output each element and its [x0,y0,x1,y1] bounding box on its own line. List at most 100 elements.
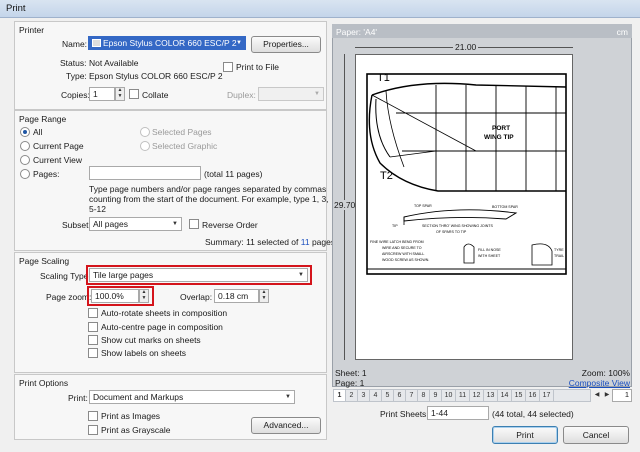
print-as-grayscale-checkbox[interactable] [88,425,98,435]
type-value: Epson Stylus COLOR 660 ESC/P 2 [89,71,223,81]
drawing-of-spars: OF SPARS TO TIP [436,230,467,234]
drawing-port: PORT [492,125,510,132]
auto-centre-checkbox[interactable] [88,322,98,332]
page-range-title: Page Range [19,114,67,124]
copies-input[interactable]: 1 [89,87,115,101]
sheet-tab[interactable]: 16 [526,390,540,401]
drawing-top-spar: TOP SPAR [414,204,432,208]
drawing-section: SECTION THRO' WING SHOWING JOINTS [422,224,494,228]
sheet-page-input[interactable]: 1 [612,389,632,402]
type-label: Type: [66,71,87,81]
current-view-radio[interactable] [20,155,30,165]
sheet-tab[interactable]: 6 [394,390,406,401]
subset-label: Subset: [62,220,91,230]
copies-stepper[interactable]: ▲ ▼ [115,87,125,101]
print-as-images-checkbox[interactable] [88,411,98,421]
print-options-title: Print Options [19,378,69,388]
sheet-tab[interactable]: 8 [418,390,430,401]
drawing-wing-tip: WING TIP [484,134,514,141]
sheet-nav-last-button[interactable]: ▶ [602,389,612,402]
duplex-select[interactable]: ▼ [258,87,324,101]
wing-drawing: T1 T2 PORT WING TIP TOP SPAR BOTTOM SPAR… [366,72,567,275]
auto-centre-label: Auto-centre page in composition [101,322,223,332]
drawing-tyre: TYRE [554,248,564,252]
drawing-t1: T1 [377,72,390,84]
page-label: Page: 1 [335,378,365,388]
print-as-grayscale-label: Print as Grayscale [101,425,171,435]
sheet-nav-first-button[interactable]: ◀ [592,389,602,402]
sheet-tab[interactable]: 13 [484,390,498,401]
drawing-bottom-spar: BOTTOM SPAR [492,205,518,209]
collate-checkbox[interactable] [129,89,139,99]
properties-button[interactable]: Properties... [251,36,321,53]
title-bar: Print [0,0,640,18]
chevron-down-icon: ▼ [236,40,242,46]
help-text-line-1: Type page numbers and/or page ranges sep… [89,184,327,194]
selected-graphic-radio[interactable] [140,141,150,151]
print-as-images-label: Print as Images [101,411,161,421]
cancel-button[interactable]: Cancel [563,426,629,444]
copies-label: Copies: [61,90,90,100]
help-text-line-3: 5-12 [89,204,107,214]
show-labels-label: Show labels on sheets [101,348,187,358]
overlap-input[interactable]: 0.18 cm [214,289,259,303]
sheet-tab[interactable]: 7 [406,390,418,401]
pages-input[interactable] [89,166,201,180]
all-radio[interactable] [20,127,30,137]
sheet-tab[interactable]: 14 [498,390,512,401]
print-what-value: Document and Markups [93,392,184,402]
drawing-with-sheet: WITH SHEET [478,254,501,258]
subset-select[interactable]: All pages ▼ [89,217,182,231]
print-to-file-label: Print to File [236,62,279,72]
print-to-file-checkbox[interactable] [223,62,233,72]
sheet-label: Sheet: 1 [335,368,367,378]
zoom-label: Zoom: 100% [581,368,630,378]
composite-view-link[interactable]: Composite View [569,378,630,388]
show-cut-marks-label: Show cut marks on sheets [101,335,201,345]
page-scaling-title: Page Scaling [19,256,70,266]
auto-rotate-checkbox[interactable] [88,308,98,318]
current-page-label: Current Page [33,141,84,151]
collate-label: Collate [142,90,169,100]
overlap-label: Overlap: [180,292,213,302]
print-what-select[interactable]: Document and Markups ▼ [89,390,295,404]
sheet-tab[interactable]: 9 [430,390,442,401]
reverse-order-checkbox[interactable] [189,219,199,229]
all-label: All [33,127,43,137]
chevron-down-icon: ▼ [314,91,320,97]
status-value: Not Available [89,58,139,68]
summary-text: Summary: 11 selected of 11 pages [205,237,335,247]
pages-label: Pages: [33,169,60,179]
printer-name-select[interactable]: Epson Stylus COLOR 660 ESC/P 2 ▼ [88,36,246,50]
sheet-tab[interactable]: 5 [382,390,394,401]
drawing-t2: T2 [380,170,393,182]
sheet-tabs: 1 2 3 4 5 6 7 8 9 10 11 12 13 14 15 16 17 [333,389,591,402]
page-preview: T1 T2 PORT WING TIP TOP SPAR BOTTOM SPAR… [355,54,573,360]
sheet-tab[interactable]: 17 [540,390,554,401]
scaling-type-highlight [86,265,312,285]
total-pages-text: (total 11 pages) [204,169,263,179]
auto-rotate-label: Auto-rotate sheets in composition [101,308,228,318]
current-page-radio[interactable] [20,141,30,151]
pages-radio[interactable] [20,169,30,179]
show-cut-marks-checkbox[interactable] [88,335,98,345]
advanced-button[interactable]: Advanced... [251,417,321,434]
chevron-down-icon: ▼ [285,394,291,400]
sheet-tab[interactable]: 1 [334,390,346,401]
sheet-tab[interactable]: 4 [370,390,382,401]
sheet-tab[interactable]: 3 [358,390,370,401]
sheet-tab[interactable]: 12 [470,390,484,401]
drawing-fill-nose: FILL IN NOSE [478,248,501,252]
overlap-stepper[interactable]: ▲ ▼ [259,289,269,303]
current-view-label: Current View [33,155,82,165]
summary-count: 11 [300,237,310,247]
print-sheets-input[interactable]: 1-44 [427,406,489,420]
print-button[interactable]: Print [492,426,558,444]
sheet-tab[interactable]: 10 [442,390,456,401]
sheet-tab[interactable]: 11 [456,390,470,401]
show-labels-checkbox[interactable] [88,348,98,358]
selected-pages-radio[interactable] [140,127,150,137]
sheet-tab[interactable]: 15 [512,390,526,401]
sheet-tab[interactable]: 2 [346,390,358,401]
drawing-wire-secure: WIRE AND SECURE TO [382,246,422,250]
